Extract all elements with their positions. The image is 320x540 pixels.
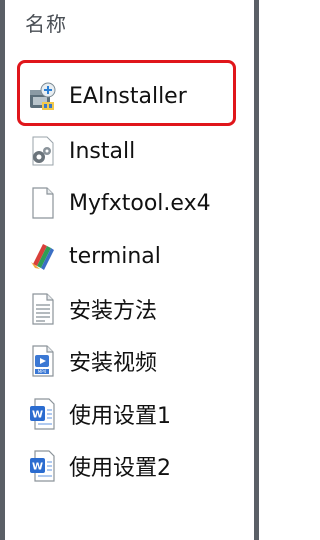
- name-column-header[interactable]: 名称: [25, 8, 67, 37]
- file-name: 使用设置2: [69, 456, 171, 481]
- settings-file-icon: [27, 134, 57, 168]
- file-row-terminal[interactable]: terminal: [27, 236, 161, 276]
- file-row-usage-settings-2[interactable]: W 使用设置2: [27, 446, 171, 486]
- terminal-app-icon: [27, 239, 57, 273]
- file-row-eainstaller[interactable]: EAInstaller: [27, 76, 187, 116]
- file-row-myfxtool[interactable]: Myfxtool.ex4: [27, 183, 211, 223]
- blank-file-icon: [27, 186, 57, 220]
- file-row-install-method[interactable]: 安装方法: [27, 289, 157, 329]
- file-name: terminal: [69, 243, 161, 269]
- file-row-install-video[interactable]: MP4 安装视频: [27, 341, 157, 381]
- file-explorer-pane: 名称 EAInstaller Install Myfxtool.ex4 term…: [0, 0, 259, 540]
- file-name: 使用设置1: [69, 404, 171, 429]
- installer-icon: [27, 79, 57, 113]
- video-file-icon: MP4: [27, 344, 57, 378]
- file-name: 安装视频: [69, 351, 158, 376]
- svg-text:MP4: MP4: [38, 369, 47, 374]
- file-row-usage-settings-1[interactable]: W 使用设置1: [27, 394, 171, 434]
- file-name: 安装方法: [69, 299, 158, 324]
- svg-text:W: W: [32, 410, 43, 421]
- file-row-install[interactable]: Install: [27, 131, 135, 171]
- word-document-icon: W: [27, 449, 57, 483]
- text-document-icon: [27, 292, 57, 326]
- word-document-icon: W: [27, 397, 57, 431]
- file-name: Myfxtool.ex4: [69, 190, 211, 216]
- svg-text:W: W: [32, 462, 43, 473]
- file-name: Install: [69, 138, 136, 164]
- file-name: EAInstaller: [69, 83, 187, 109]
